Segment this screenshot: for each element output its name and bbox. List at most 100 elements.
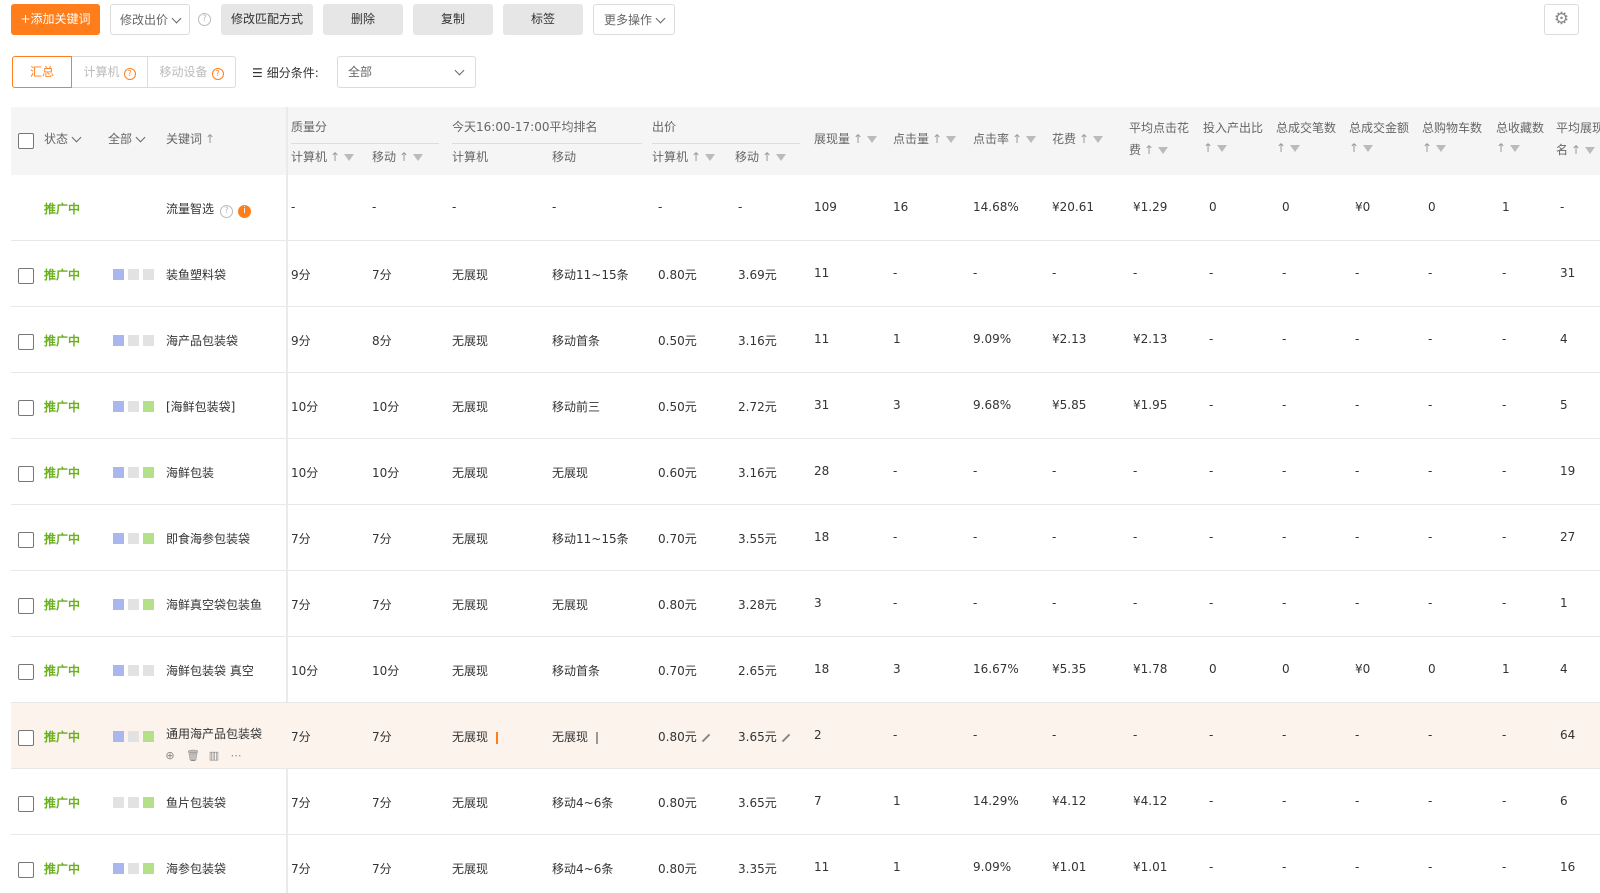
row-checkbox[interactable] <box>18 466 34 482</box>
row-checkbox[interactable] <box>18 400 34 416</box>
help-icon[interactable]: ? <box>220 205 234 218</box>
status-filter[interactable]: 状态 <box>44 130 82 147</box>
table-row[interactable]: 推广中 海参包装袋 7分 7分 无展现 移动4~6条 0.80元 3.35元 11 1 9.09% ¥… <box>11 835 1600 893</box>
more-ops-dropdown[interactable]: 更多操作 <box>593 4 675 35</box>
row-checkbox[interactable] <box>18 862 34 878</box>
filter-icon <box>1093 136 1104 143</box>
table-row[interactable]: 推广中 装鱼塑料袋 9分 7分 无展现 移动11~15条 0.80元 3.69元 11 - - - - -… <box>11 241 1600 307</box>
edit-icon[interactable] <box>701 733 710 742</box>
segment-select[interactable]: 全部 <box>337 56 476 88</box>
tab-pc[interactable]: 计算机? <box>72 56 148 88</box>
row-checkbox[interactable] <box>18 532 34 548</box>
row-checkbox[interactable] <box>18 664 34 680</box>
keyword-name[interactable]: 海鲜包装袋 真空 <box>166 662 254 679</box>
fav-sort[interactable]: ↑ <box>1496 141 1521 155</box>
rank-mobile-cell: 无展现 <box>552 728 608 745</box>
help-icon: ? <box>123 68 136 80</box>
quality-mobile-cell: 7分 <box>372 266 392 283</box>
modify-match-button[interactable]: 修改匹配方式 <box>221 4 313 35</box>
total-amount-cell: ¥0 <box>1355 662 1370 676</box>
keyword-name[interactable]: 流量智选? i <box>166 200 252 218</box>
table-row[interactable]: 推广中 海鲜包装 10分 10分 无展现 无展现 0.60元 3.16元 28 - - - - - - - - -… <box>11 439 1600 505</box>
ctr-sort[interactable]: 点击率 ↑ <box>973 130 1037 147</box>
keyword-sort[interactable]: 关键词 ↑ <box>166 130 215 147</box>
quality-mobile-value: 7分 <box>372 532 392 546</box>
bid-pc-sort[interactable]: 计算机 ↑ <box>652 148 716 165</box>
fav-cell: - <box>1502 332 1506 346</box>
row-checkbox[interactable] <box>18 598 34 614</box>
cart-sort[interactable]: ↑ <box>1422 141 1447 155</box>
keyword-name[interactable]: 海鲜包装 <box>166 464 214 481</box>
table-row[interactable]: 推广中 即食海参包装袋 7分 7分 无展现 移动11~15条 0.70元 3.55元 18 - - -… <box>11 505 1600 571</box>
filter-icon <box>1585 147 1596 154</box>
keyword-name[interactable]: 海产品包装袋 <box>166 332 238 349</box>
settings-button[interactable]: ⚙ <box>1544 4 1579 35</box>
more-ops-label: 更多操作 <box>603 13 652 27</box>
rank-detail-icon[interactable] <box>596 731 608 744</box>
keyword-name[interactable]: 通用海产品包装袋 <box>166 725 262 742</box>
modify-bid-dropdown[interactable]: 修改出价 <box>110 4 190 35</box>
ctr-cell: - <box>973 464 977 478</box>
cost-sort[interactable]: 花费 ↑ <box>1052 130 1104 147</box>
keyword-name[interactable]: 即食海参包装袋 <box>166 530 250 547</box>
quality-pc-sort[interactable]: 计算机 ↑ <box>291 148 355 165</box>
total-amount-cell: - <box>1355 464 1359 478</box>
add-keyword-button[interactable]: +添加关键词 <box>11 4 100 35</box>
impressions-sort[interactable]: 展现量 ↑ <box>814 130 878 147</box>
table-row[interactable]: 推广中 海鲜真空袋包装鱼 7分 7分 无展现 无展现 0.80元 3.28元 3 - - - - - - - -… <box>11 571 1600 637</box>
keyword-name[interactable]: [海鲜包装袋] <box>166 398 235 415</box>
row-checkbox[interactable] <box>18 796 34 812</box>
roi-sort[interactable]: ↑ <box>1203 141 1228 155</box>
clicks-sort[interactable]: 点击量 ↑ <box>893 130 957 147</box>
cart-cell: - <box>1428 332 1432 346</box>
row-checkbox[interactable] <box>18 268 34 284</box>
quality-mobile-sort[interactable]: 移动 ↑ <box>372 148 424 165</box>
target-icon[interactable]: ⊕ <box>164 750 176 762</box>
chart-icon[interactable]: ▥ <box>208 750 220 762</box>
table-row[interactable]: 推广中 流量智选? i - - - - - - 109 16 14.68% ¥20.61 ¥1.29 0 0 ¥… <box>11 175 1600 241</box>
table-row[interactable]: 推广中 海产品包装袋 9分 8分 无展现 移动首条 0.50元 3.16元 11 1 9.09% ¥2… <box>11 307 1600 373</box>
tag-button[interactable]: 标签 <box>503 4 583 35</box>
table-row[interactable]: 推广中 [海鲜包装袋] 10分 10分 无展现 移动前三 0.50元 2.72元 31 3 9.68… <box>11 373 1600 439</box>
all-filter[interactable]: 全部 <box>108 130 146 147</box>
table-row[interactable]: 推广中 海鲜包装袋 真空 10分 10分 无展现 移动首条 0.70元 2.65元 18 3 16.… <box>11 637 1600 703</box>
help-icon[interactable]: ? <box>198 13 211 26</box>
quality-mobile-cell: - <box>372 200 376 214</box>
table-row[interactable]: 推广中 鱼片包装袋 7分 7分 无展现 移动4~6条 0.80元 3.65元 7 1 14.29% ¥… <box>11 769 1600 835</box>
fav-cell: 1 <box>1502 200 1510 214</box>
avg-rank-sort[interactable]: 名 ↑ <box>1556 141 1596 158</box>
edit-icon[interactable] <box>781 733 790 742</box>
avg-cpc-value: ¥1.01 <box>1133 860 1168 874</box>
total-orders-sort[interactable]: ↑ <box>1276 141 1301 155</box>
ctr-cell: - <box>973 728 977 742</box>
avg-cpc-value: ¥1.29 <box>1133 200 1168 214</box>
roi-value: - <box>1209 464 1214 478</box>
row-checkbox[interactable] <box>18 334 34 350</box>
trash-icon[interactable]: 🗑 <box>186 750 200 762</box>
more-icon[interactable]: ⋯ <box>230 750 242 762</box>
keyword-name[interactable]: 装鱼塑料袋 <box>166 266 226 283</box>
avg-cpc-sort[interactable]: 费 ↑ <box>1129 141 1169 158</box>
segment-label-text: 细分条件: <box>266 66 319 80</box>
roi-cell: - <box>1209 596 1213 610</box>
tab-mobile[interactable]: 移动设备? <box>148 56 236 88</box>
bid-mobile-sort[interactable]: 移动 ↑ <box>735 148 787 165</box>
copy-button[interactable]: 复制 <box>413 4 493 35</box>
clicks-value: 3 <box>893 398 901 412</box>
select-all-checkbox[interactable] <box>18 133 34 149</box>
help-icon: ? <box>211 68 224 80</box>
row-checkbox[interactable] <box>18 730 34 746</box>
status-text: 推广中 <box>44 532 81 546</box>
rank-detail-icon[interactable] <box>496 731 508 744</box>
sort-up-icon: ↑ <box>1144 143 1155 157</box>
total-amount-value: ¥0 <box>1355 662 1371 676</box>
table-row[interactable]: 推广中 通用海产品包装袋 ⊕ 🗑 ▥ ⋯ 7分 7分 无展现 无展现 0.80元 3.65元 2 - - - -… <box>11 703 1600 769</box>
tab-summary[interactable]: 汇总 <box>12 56 72 88</box>
sort-up-icon: ↑ <box>853 132 864 146</box>
keyword-name[interactable]: 海鲜真空袋包装鱼 <box>166 596 262 613</box>
info-icon[interactable]: i <box>238 205 252 218</box>
keyword-name[interactable]: 鱼片包装袋 <box>166 794 226 811</box>
keyword-name[interactable]: 海参包装袋 <box>166 860 226 877</box>
total-amount-sort[interactable]: ↑ <box>1349 141 1374 155</box>
delete-button[interactable]: 删除 <box>323 4 403 35</box>
